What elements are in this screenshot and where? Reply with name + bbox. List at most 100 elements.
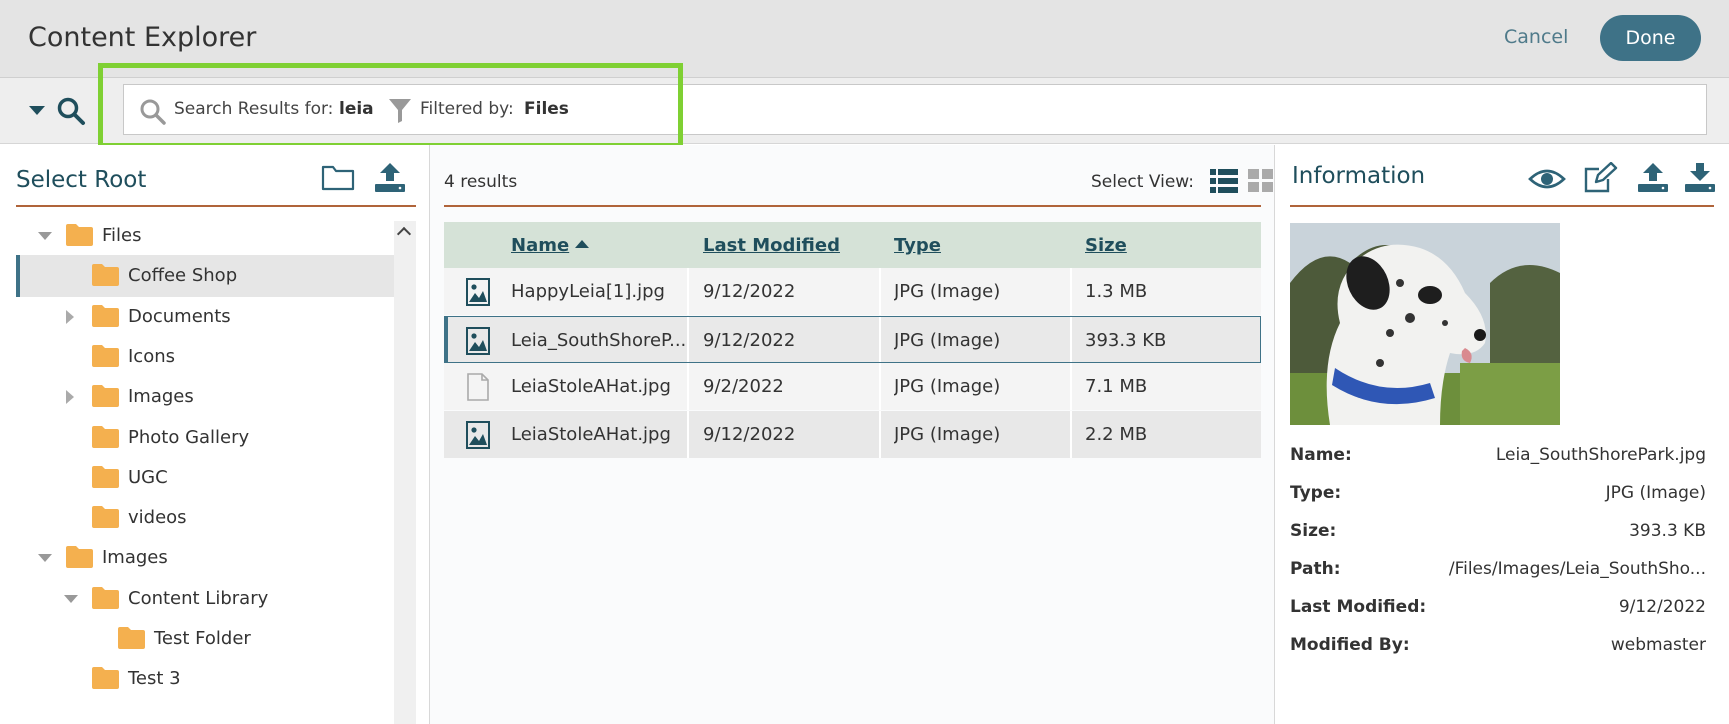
cell-size: 393.3 KB (1085, 329, 1167, 351)
upload-icon[interactable] (373, 161, 407, 193)
tree-node[interactable]: Content Library (16, 578, 394, 620)
tree-node-label: Documents (128, 305, 231, 327)
blank-file-icon (466, 373, 490, 401)
cell-name: Leia_SouthShoreP... (511, 329, 687, 351)
cell-type: JPG (Image) (894, 281, 1001, 302)
cell-type: JPG (Image) (894, 329, 1001, 351)
tree-node[interactable]: Photo Gallery (16, 417, 394, 459)
upload-file-icon[interactable] (1636, 161, 1670, 193)
tree-node-label: Coffee Shop (128, 265, 238, 287)
detail-row: Last Modified: 9/12/2022 (1290, 587, 1706, 625)
table-row[interactable]: LeiaStoleAHat.jpg 9/2/2022 JPG (Image) 7.1 … (444, 363, 1261, 410)
detail-value: 393.3 KB (1629, 521, 1706, 541)
search-icon[interactable] (56, 96, 86, 126)
column-divider (1070, 410, 1072, 458)
column-header-type[interactable]: Type (894, 235, 941, 256)
done-button[interactable]: Done (1600, 15, 1701, 61)
information-panel: Information Name: Leia_SouthShorePark.jp… (1276, 145, 1729, 724)
detail-row: Name: Leia_SouthShorePark.jpg (1290, 435, 1706, 473)
column-header-name[interactable]: Name (511, 235, 590, 256)
table-row[interactable]: HappyLeia[1].jpg 9/12/2022 JPG (Image) 1.3 … (444, 268, 1261, 315)
cell-modified: 9/12/2022 (703, 329, 796, 351)
tree-node[interactable]: Documents (16, 296, 394, 338)
tree-node-label: Images (128, 386, 194, 408)
detail-row: Path: /Files/Images/Leia_SouthSho... (1290, 549, 1706, 587)
highlight-box (98, 63, 683, 148)
column-divider (879, 268, 881, 315)
collapse-icon[interactable] (64, 594, 78, 603)
tree-node[interactable]: Images (16, 376, 394, 418)
folder-icon (66, 224, 93, 246)
cell-size: 7.1 MB (1085, 376, 1148, 397)
tree-node-label: Images (102, 547, 168, 569)
table-row[interactable]: Leia_SouthShoreP... 9/12/2022 JPG (Image) 3… (444, 315, 1261, 363)
tree-node[interactable]: videos (16, 497, 394, 539)
image-preview-thumbnail (1290, 223, 1560, 425)
detail-value: Leia_SouthShorePark.jpg (1495, 445, 1706, 465)
column-header-modified[interactable]: Last Modified (703, 235, 840, 256)
list-view-icon[interactable] (1210, 169, 1238, 193)
column-divider (879, 316, 881, 362)
new-folder-icon[interactable] (321, 163, 355, 191)
detail-row: Size: 393.3 KB (1290, 511, 1706, 549)
expand-icon[interactable] (66, 390, 74, 405)
detail-value: 9/12/2022 (1618, 597, 1706, 617)
detail-key: Path: (1290, 559, 1341, 579)
cell-type: JPG (Image) (894, 376, 1001, 397)
column-divider (879, 363, 881, 410)
search-options-toggle-icon[interactable] (29, 106, 45, 115)
collapse-icon[interactable] (38, 232, 52, 240)
folder-icon (66, 546, 93, 569)
tree-node-label: Files (102, 225, 142, 246)
folder-icon (92, 304, 119, 327)
column-divider (687, 316, 689, 362)
select-root-title: Select Root (16, 167, 147, 193)
results-toolbar: 4 results Select View: (444, 145, 1273, 207)
tree-node[interactable]: Icons (16, 336, 394, 378)
scroll-up-icon[interactable] (396, 226, 412, 242)
tree-node[interactable]: Test 3 (16, 658, 394, 700)
table-row[interactable]: LeiaStoleAHat.jpg 9/12/2022 JPG (Image) 2.2… (444, 410, 1261, 458)
cell-name: LeiaStoleAHat.jpg (511, 376, 671, 397)
folder-icon (118, 627, 145, 649)
grid-view-icon[interactable] (1248, 169, 1274, 193)
tree-node-label: Content Library (128, 587, 269, 609)
information-header: Information (1290, 145, 1717, 207)
folder-icon (92, 385, 119, 408)
tree-scrollbar[interactable] (394, 221, 416, 724)
select-view-label: Select View: (1091, 172, 1194, 192)
cell-size: 2.2 MB (1085, 423, 1148, 445)
folder-icon (92, 425, 119, 448)
tree-node-label: Test 3 (128, 668, 181, 690)
sort-ascending-icon (575, 240, 590, 248)
cancel-button[interactable]: Cancel (1504, 26, 1568, 48)
download-icon[interactable] (1683, 161, 1717, 193)
cell-type: JPG (Image) (894, 423, 1001, 445)
detail-key: Last Modified: (1290, 597, 1427, 617)
column-divider (687, 410, 689, 458)
edit-icon[interactable] (1582, 162, 1618, 194)
tree-node[interactable]: UGC (16, 457, 394, 499)
column-name-label: Name (511, 235, 570, 256)
tree-node[interactable]: Test Folder (16, 618, 394, 660)
cell-name: HappyLeia[1].jpg (511, 281, 665, 302)
tree-node[interactable]: Files (16, 221, 394, 257)
grid-header-row: Name Last Modified Type Size (444, 222, 1261, 268)
column-divider (687, 268, 689, 315)
folder-icon (92, 465, 119, 488)
expand-icon[interactable] (66, 309, 74, 324)
detail-value: /Files/Images/Leia_SouthSho... (1448, 559, 1706, 579)
tree-node-label: Icons (128, 345, 176, 367)
tree-node-label: UGC (128, 466, 168, 488)
column-divider (1070, 316, 1072, 362)
results-panel: 4 results Select View: Name Last Modifie… (430, 145, 1275, 724)
cell-modified: 9/12/2022 (703, 423, 796, 445)
column-divider (879, 410, 881, 458)
column-header-size[interactable]: Size (1085, 235, 1127, 256)
cell-modified: 9/2/2022 (703, 376, 784, 397)
tree-node[interactable]: Coffee Shop (16, 255, 394, 298)
preview-eye-icon[interactable] (1528, 167, 1566, 191)
tree-node[interactable]: Images (16, 537, 394, 579)
detail-key: Size: (1290, 521, 1337, 541)
collapse-icon[interactable] (38, 554, 52, 563)
